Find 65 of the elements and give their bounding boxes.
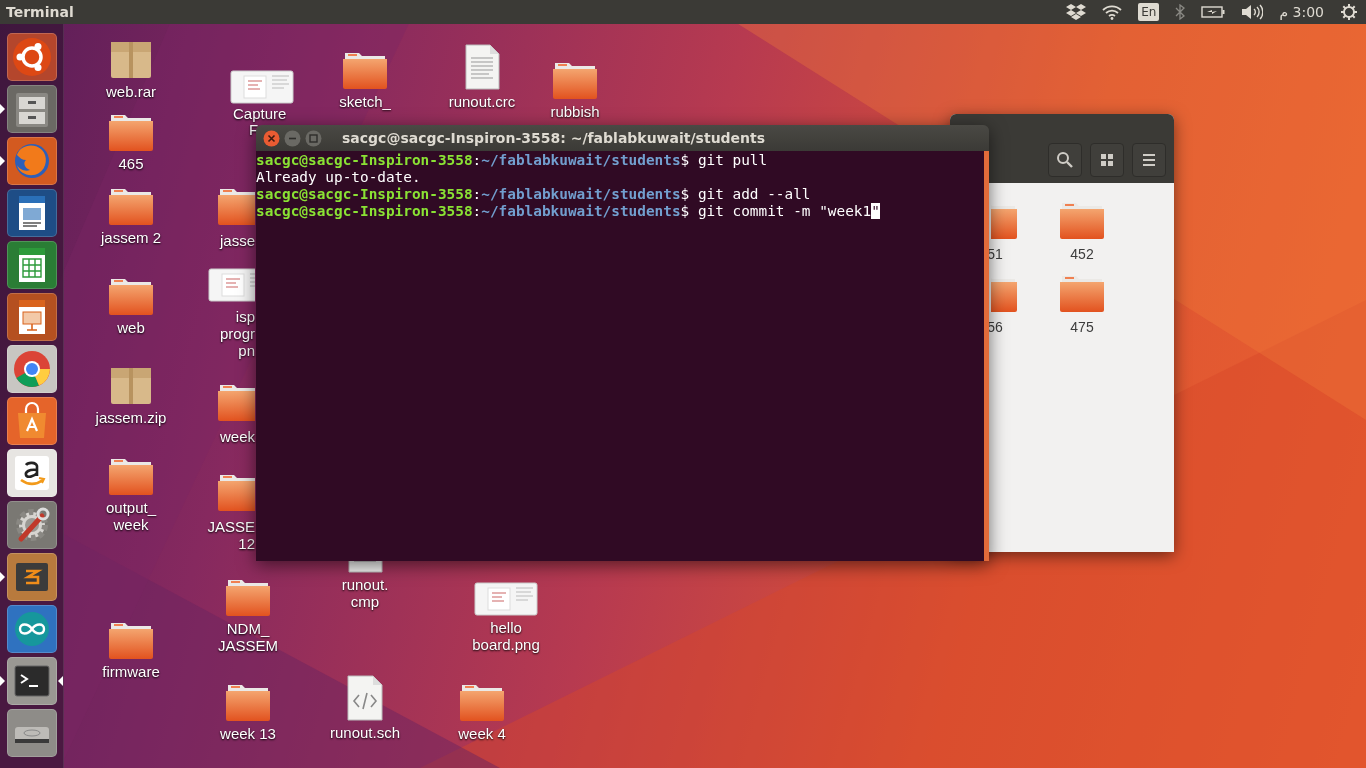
box-icon[interactable] bbox=[109, 40, 153, 80]
folder-icon[interactable] bbox=[551, 60, 599, 100]
file-name: web.rar bbox=[106, 83, 156, 100]
dropbox-icon[interactable] bbox=[1066, 4, 1087, 20]
file-name: week 13 bbox=[220, 725, 276, 742]
file-name: rubbish bbox=[550, 103, 600, 120]
folder-icon[interactable] bbox=[216, 382, 255, 422]
file-name: NDM_ JASSEM bbox=[218, 620, 278, 654]
minimize-button[interactable] bbox=[284, 129, 301, 147]
file-name: runout.crc bbox=[448, 93, 516, 110]
folder-icon[interactable] bbox=[341, 50, 389, 90]
battery-icon[interactable] bbox=[1201, 5, 1226, 19]
file-name: runout. cmp bbox=[341, 576, 389, 610]
file-name: jassem 2 bbox=[101, 229, 161, 246]
image-thumbnail-icon[interactable] bbox=[474, 582, 538, 616]
file-name: F bbox=[249, 122, 259, 138]
file-name: firmware bbox=[102, 663, 160, 680]
keyboard-layout-indicator[interactable]: En bbox=[1138, 3, 1160, 21]
folder-icon[interactable] bbox=[216, 472, 255, 512]
terminal-line: Already up-to-date. bbox=[256, 169, 422, 186]
folder-icon[interactable] bbox=[107, 186, 155, 226]
file-name: web bbox=[117, 319, 145, 336]
folder-icon[interactable] bbox=[107, 112, 155, 152]
menu-button[interactable] bbox=[1132, 143, 1166, 177]
file-name: week 4 bbox=[458, 725, 506, 742]
file-name: week bbox=[219, 428, 255, 445]
file-name: 465 bbox=[118, 155, 144, 172]
window-title: sacgc@sacgc-Inspiron-3558: ~/fablabkuwait/students bbox=[342, 128, 766, 148]
file-name: jasse bbox=[219, 232, 255, 249]
folder-icon[interactable] bbox=[224, 682, 272, 722]
window-title: Terminal bbox=[5, 2, 74, 22]
folder-icon[interactable] bbox=[458, 682, 506, 722]
scrollbar[interactable] bbox=[984, 151, 989, 561]
folder-icon[interactable] bbox=[107, 456, 155, 496]
clock-text[interactable]: م 3:00 bbox=[1279, 1, 1324, 23]
folder-icon[interactable] bbox=[216, 186, 255, 226]
logo-icon[interactable] bbox=[11, 37, 52, 77]
file-name: jassem.zip bbox=[95, 409, 167, 426]
folder-name: 452 bbox=[1070, 245, 1094, 264]
folder-icon[interactable] bbox=[107, 276, 155, 316]
terminal-line: sacgc@sacgc-Inspiron-3558:~/fablabkuwait/students$ git add --all bbox=[256, 186, 812, 203]
file-name: Capture bbox=[233, 106, 287, 122]
file-name: output_ week bbox=[105, 499, 156, 533]
browser-icon[interactable] bbox=[11, 349, 52, 389]
folder-icon[interactable] bbox=[107, 620, 155, 660]
search-icon bbox=[1055, 150, 1075, 170]
file-name: sketch_ bbox=[339, 93, 391, 110]
file-name: hello board.png bbox=[472, 619, 540, 653]
box-icon[interactable] bbox=[109, 366, 153, 406]
image-thumbnail-icon[interactable] bbox=[230, 70, 294, 104]
code-file-icon[interactable] bbox=[346, 675, 384, 721]
folder-name: 475 bbox=[1070, 318, 1094, 337]
file-name: runout.sch bbox=[329, 724, 400, 741]
power-gear-icon[interactable] bbox=[1340, 3, 1358, 21]
terminal-line: sacgc@sacgc-Inspiron-3558:~/fablabkuwait/students$ git pull bbox=[256, 152, 769, 169]
volume-icon[interactable] bbox=[1241, 4, 1264, 20]
search-button[interactable] bbox=[1048, 143, 1082, 177]
wifi-icon[interactable] bbox=[1102, 4, 1123, 20]
folder-icon[interactable] bbox=[224, 577, 272, 617]
grid-view-button[interactable] bbox=[1090, 143, 1124, 177]
image-thumbnail-icon[interactable] bbox=[208, 268, 255, 302]
bluetooth-icon[interactable] bbox=[1175, 4, 1186, 20]
file-name: isp progr pn bbox=[219, 308, 255, 359]
close-button[interactable] bbox=[263, 129, 280, 147]
file-name: JASSE 12 bbox=[207, 518, 255, 552]
